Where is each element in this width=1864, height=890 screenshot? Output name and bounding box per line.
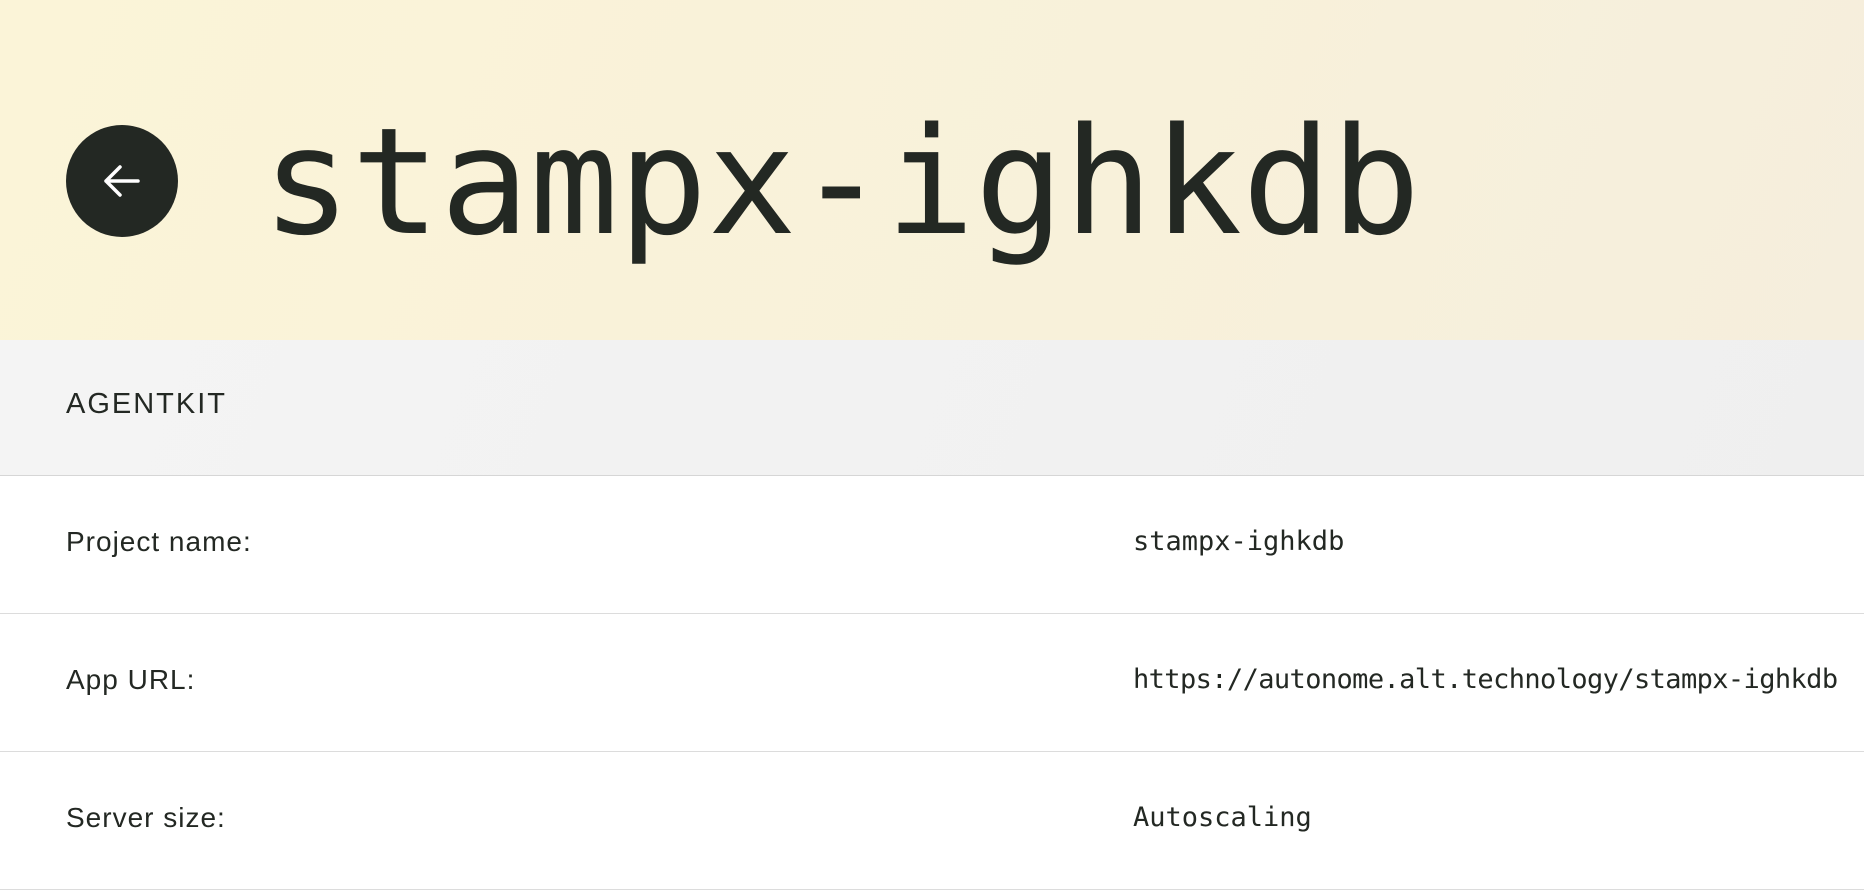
detail-row-app-url: App URL: https://autonome.alt.technology… — [0, 614, 1864, 752]
detail-value: Autoscaling — [1133, 802, 1312, 833]
detail-label: Project name: — [66, 526, 252, 557]
page-title: stampx-ighkdb — [262, 96, 1421, 268]
section-label: AGENTKIT — [66, 388, 228, 420]
detail-row-project-name: Project name: stampx-ighkdb — [0, 476, 1864, 614]
detail-label: Server size: — [66, 802, 226, 833]
detail-value: stampx-ighkdb — [1133, 526, 1345, 557]
page-header: stampx-ighkdb — [0, 0, 1864, 340]
app-url-link[interactable]: https://autonome.alt.technology/stampx-i… — [1133, 664, 1838, 695]
back-button[interactable] — [66, 125, 178, 237]
detail-row-server-size: Server size: Autoscaling — [0, 752, 1864, 890]
section-header: AGENTKIT — [0, 340, 1864, 476]
arrow-left-icon — [102, 163, 142, 199]
detail-label: App URL: — [66, 664, 196, 695]
